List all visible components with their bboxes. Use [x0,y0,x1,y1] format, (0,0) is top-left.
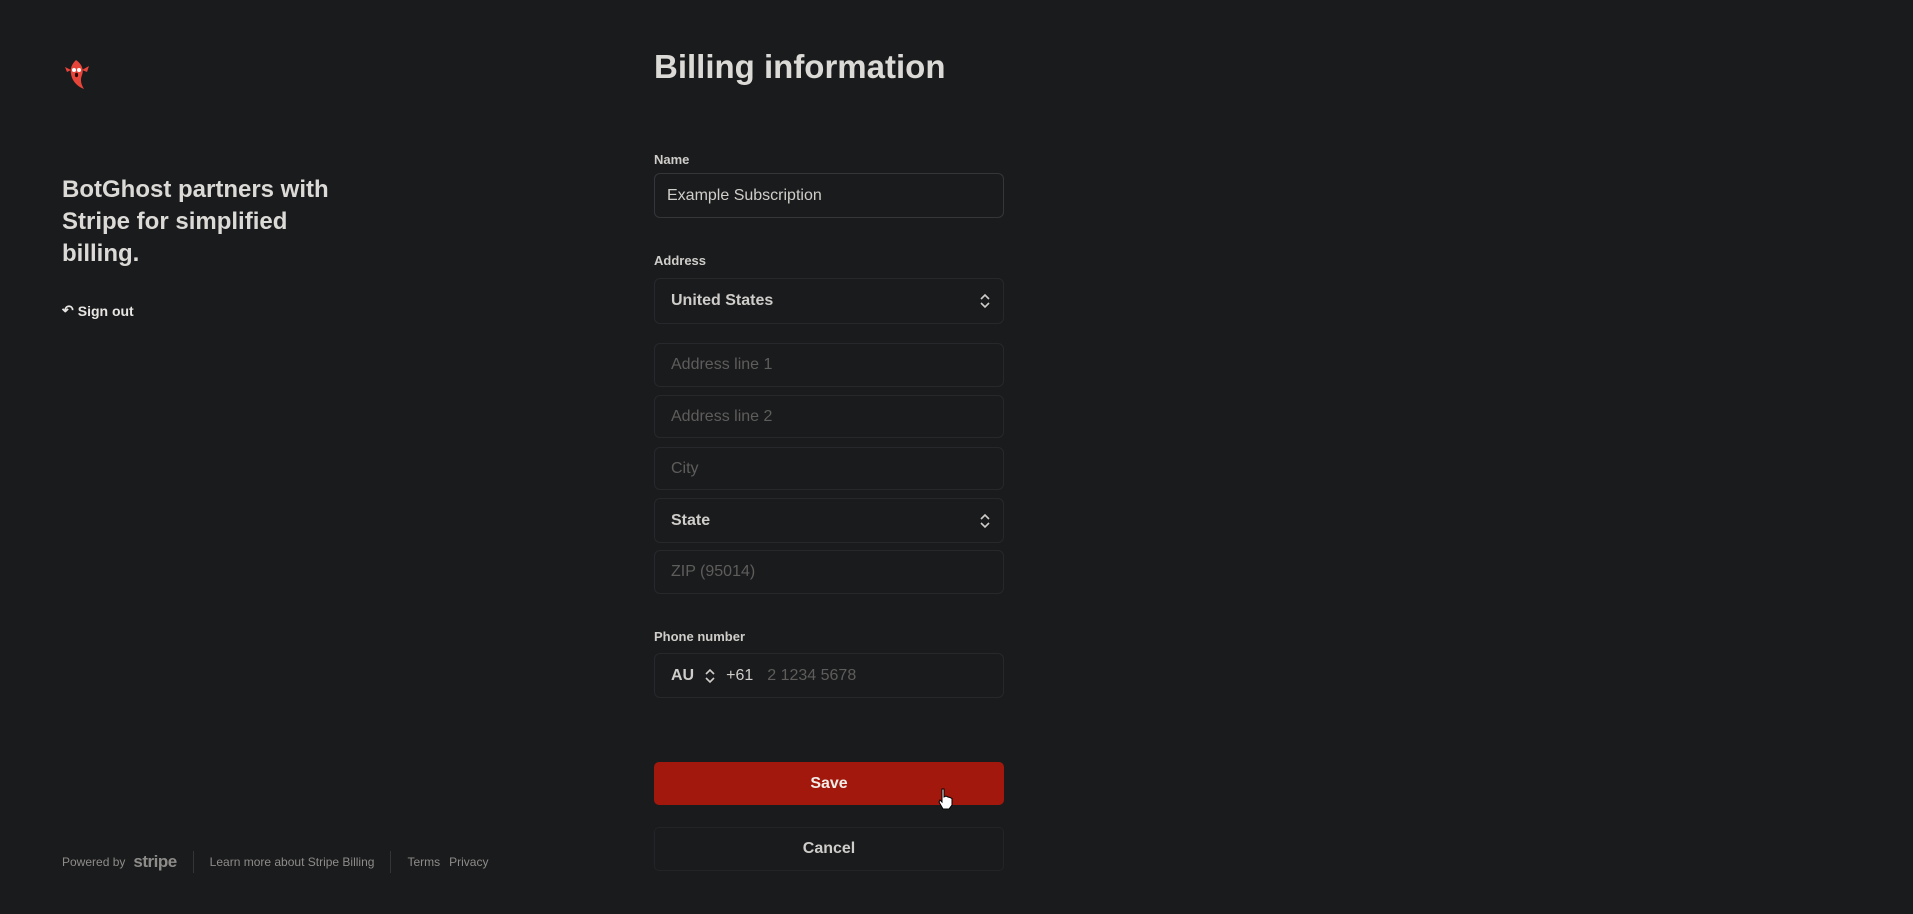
chevron-up-down-icon [980,513,990,528]
phone-country-select[interactable]: AU [671,667,716,685]
sign-out-link[interactable]: ↶ Sign out [62,302,134,319]
botghost-logo-icon [65,60,89,89]
address-label: Address [654,253,707,268]
chevron-up-down-icon [980,293,990,309]
country-select[interactable]: United States [654,278,1004,324]
city-input[interactable]: City [654,447,1004,490]
powered-by-label: Powered by [62,855,126,869]
sign-out-label: Sign out [77,302,134,319]
state-value: State [671,511,711,529]
phone-label: Phone number [654,629,746,644]
privacy-link[interactable]: Privacy [449,855,488,869]
learn-more-link[interactable]: Learn more about Stripe Billing [210,855,375,869]
cancel-button[interactable]: Cancel [654,827,1004,871]
footer: Powered by stripe Learn more about Strip… [62,850,488,874]
phone-input[interactable]: 2 1234 5678 [767,667,856,685]
zip-input[interactable]: ZIP (95014) [654,550,1004,594]
phone-code: +61 [726,666,754,684]
state-select[interactable]: State [654,498,1004,543]
country-value: United States [671,292,774,309]
hand-cursor-icon [938,788,953,810]
name-label: Name [654,152,690,167]
terms-link[interactable]: Terms [407,855,440,869]
chevron-up-down-icon [705,668,715,683]
phone-field: AU +61 2 1234 5678 [654,653,1004,698]
name-input[interactable]: Example Subscription [654,173,1004,218]
address-line-1-input[interactable]: Address line 1 [654,343,1004,387]
stripe-logo[interactable]: stripe [133,852,177,872]
divider [390,851,392,873]
brand-headline: BotGhost partners with Stripe for simpli… [62,176,329,267]
phone-country-value: AU [671,666,695,684]
address-line-2-input[interactable]: Address line 2 [654,395,1004,438]
sign-out-arrow-icon: ↶ [62,302,74,318]
page-title: Billing information [654,48,946,85]
divider [192,851,194,873]
